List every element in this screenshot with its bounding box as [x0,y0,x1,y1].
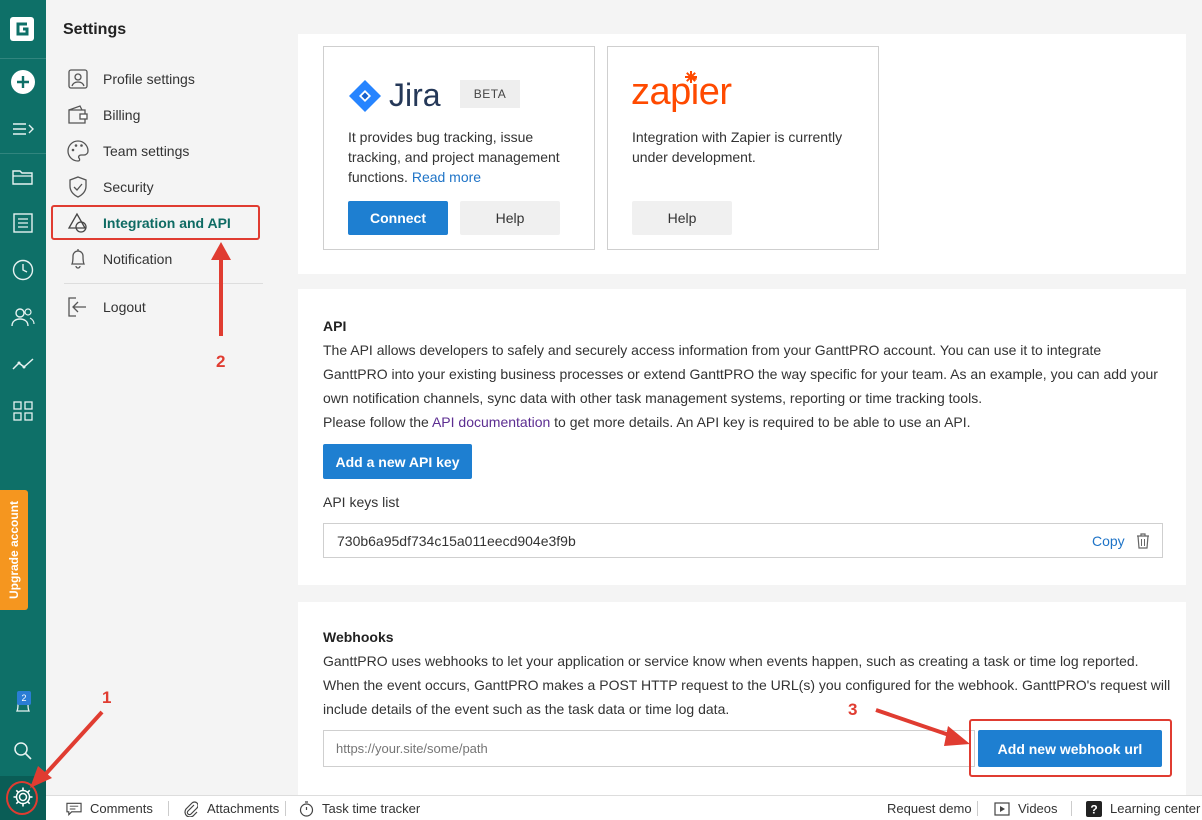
sidebar-item-label: Security [103,179,154,195]
comment-icon [66,801,82,817]
zapier-card: zapier Integration with Zapier is curren… [607,46,879,250]
api-panel: API The API allows developers to safely … [298,289,1186,585]
ganttpro-logo[interactable] [10,17,34,41]
sidebar-item-billing[interactable]: Billing [66,101,266,129]
annotation-arrow-1 [30,710,104,788]
footer-bar: Comments Attachments Task time tracker R… [46,795,1202,820]
jira-connect-button[interactable]: Connect [348,201,448,235]
sidebar-item-profile-settings[interactable]: Profile settings [66,65,266,93]
logout-icon [66,295,90,319]
api-description: The API allows developers to safely and … [323,342,1158,406]
api-key-value[interactable]: 730b6a95df734c15a011eecd904e3f9b [337,524,576,558]
notification-count-badge: 2 [17,691,31,705]
read-more-link[interactable]: Read more [412,169,481,185]
webhooks-title: Webhooks [323,629,394,645]
api-documentation-link[interactable]: API documentation [432,414,550,430]
profile-icon [66,67,90,91]
api-title: API [323,318,347,334]
zapier-logo: zapier [631,71,732,114]
annotation-step-3: 3 [848,700,858,719]
sidebar-item-label: Team settings [103,143,190,159]
copy-key-button[interactable]: Copy [1092,524,1125,558]
footer-videos[interactable]: Videos [994,796,1058,820]
annotation-arrow-3 [875,708,970,746]
annotation-box-integration [51,205,260,240]
apps-grid-icon[interactable] [0,388,46,434]
annotation-step-2: 2 [216,352,226,371]
api-keys-list-label: API keys list [323,494,400,510]
sidebar-item-label: Profile settings [103,71,195,87]
webhooks-description: GanttPRO uses webhooks to let your appli… [323,653,1171,717]
annotation-arrow-2 [211,242,231,336]
sidebar-item-label: Notification [103,251,173,267]
help-question-icon: ? [1086,800,1102,817]
expand-menu-icon[interactable] [0,106,46,152]
jira-logo: Jira [348,77,441,114]
svg-text:?: ? [1090,802,1097,816]
jira-description: It provides bug tracking, issue tracking… [348,129,560,185]
task-list-icon[interactable] [0,200,46,246]
jira-help-button[interactable]: Help [460,201,560,235]
footer-comments[interactable]: Comments [66,796,153,820]
zapier-description: Integration with Zapier is currently und… [632,129,843,165]
sidebar-item-security[interactable]: Security [66,173,266,201]
video-play-icon [994,801,1010,817]
clock-icon[interactable] [0,247,46,293]
sidebar-item-label: Billing [103,107,141,123]
api-key-row: 730b6a95df734c15a011eecd904e3f9b Copy [323,523,1163,558]
annotation-step-1: 1 [102,688,112,707]
footer-attachments[interactable]: Attachments [183,796,279,820]
jira-icon [349,79,381,112]
zapier-help-button[interactable]: Help [632,201,732,235]
analytics-icon[interactable] [0,341,46,387]
palette-icon [66,139,90,163]
delete-key-trash-icon[interactable] [1136,533,1150,552]
page-scrollbar[interactable] [1186,0,1202,795]
app-rail: Upgrade account 2 [0,0,46,820]
zapier-name: zapier [631,71,732,113]
stopwatch-icon [298,800,314,817]
settings-title: Settings [63,21,127,38]
settings-sidebar: Settings Profile settings Billing Team s… [46,0,296,795]
projects-folder-icon[interactable] [0,154,46,200]
wallet-icon [66,103,90,127]
bell-icon [66,247,90,271]
paperclip-icon [183,800,199,817]
add-api-key-button[interactable]: Add a new API key [323,444,472,479]
sidebar-item-team-settings[interactable]: Team settings [66,137,266,165]
footer-time-tracker[interactable]: Task time tracker [298,796,420,820]
shield-icon [66,175,90,199]
footer-learning-center[interactable]: ? Learning center [1086,796,1200,820]
create-plus-icon[interactable] [0,59,46,105]
beta-badge: BETA [460,80,520,108]
annotation-box-webhook [969,719,1172,777]
zapier-asterisk-icon [685,71,697,83]
jira-card: Jira BETA It provides bug tracking, issu… [323,46,595,250]
sidebar-item-label: Logout [103,299,146,315]
api-doc-line: Please follow the API documentation to g… [323,414,971,430]
upgrade-account-button[interactable]: Upgrade account [0,490,28,610]
footer-request-demo[interactable]: Request demo [887,796,972,820]
main-content: Jira BETA It provides bug tracking, issu… [298,0,1186,795]
people-icon[interactable] [0,294,46,340]
jira-name: Jira [389,77,441,113]
